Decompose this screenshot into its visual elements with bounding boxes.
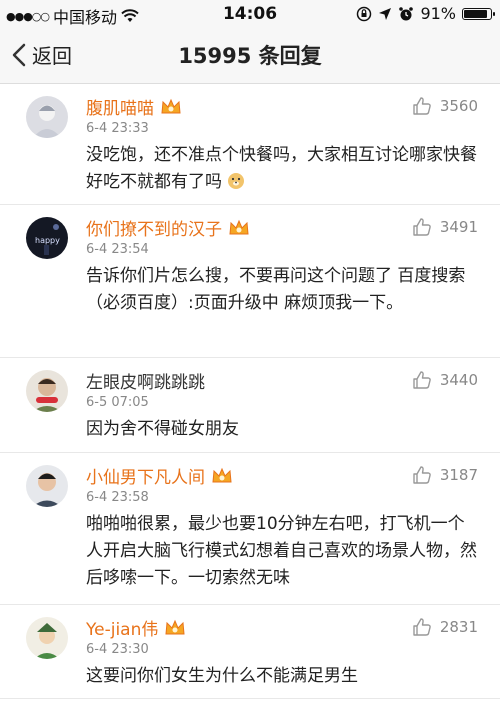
avatar[interactable] — [26, 370, 68, 412]
like-count: 3491 — [439, 218, 478, 236]
like-count: 3187 — [439, 466, 478, 484]
comment-list: 腹肌喵喵 6-4 23:33 3560 没吃饱，还不准点个快餐吗，大家相互讨论哪… — [0, 84, 500, 699]
like-button[interactable]: 2831 — [412, 617, 478, 637]
thumbs-up-icon — [413, 371, 431, 389]
rotation-lock-icon — [357, 6, 372, 21]
comment-text: 告诉你们片怎么搜，不要再问这个问题了 百度搜索（必须百度）:页面升级中 麻烦顶我… — [86, 266, 466, 313]
like-count: 3440 — [439, 371, 478, 389]
comment-date: 6-4 23:33 — [86, 121, 149, 136]
comment-text: 因为舍不得碰女朋友 — [86, 419, 239, 439]
comment-date: 6-5 07:05 — [86, 395, 149, 410]
username: 腹肌喵喵 — [86, 99, 154, 119]
thumbs-up-icon — [413, 618, 431, 636]
avatar[interactable]: happy — [26, 217, 68, 259]
comment-date: 6-4 23:58 — [86, 490, 149, 505]
comment-text: 啪啪啪很累，最少也要10分钟左右吧，打飞机一个人开启大脑飞行模式幻想着自己喜欢的… — [86, 514, 477, 588]
like-button[interactable]: 3560 — [412, 96, 478, 116]
avatar[interactable] — [26, 96, 68, 138]
vip-crown-icon — [212, 467, 232, 482]
like-button[interactable]: 3440 — [412, 370, 478, 390]
status-bar: ●●●○○ 中国移动 14:06 91% — [0, 0, 500, 28]
comment-item: 左眼皮啊跳跳跳 6-5 07:05 3440 因为舍不得碰女朋友 — [0, 358, 500, 453]
like-count: 2831 — [439, 618, 478, 636]
username-link[interactable]: 腹肌喵喵 — [86, 94, 182, 119]
thumbs-up-icon — [413, 218, 431, 236]
avatar[interactable] — [26, 465, 68, 507]
location-icon — [379, 7, 392, 20]
vip-crown-icon — [161, 98, 181, 113]
thumbs-up-icon — [413, 466, 431, 484]
username-link[interactable]: 小仙男下凡人间 — [86, 463, 233, 488]
username: Ye-jian伟 — [86, 620, 159, 640]
username-link[interactable]: Ye-jian伟 — [86, 615, 186, 640]
nav-bar: 返回 15995 条回复 — [0, 28, 500, 84]
svg-text:happy: happy — [35, 236, 60, 245]
username: 你们撩不到的汉子 — [86, 220, 222, 240]
avatar[interactable] — [26, 617, 68, 659]
comment-item: happy 你们撩不到的汉子 6-4 23:54 3491 告诉你们片怎么搜，不… — [0, 205, 500, 358]
thumbs-up-icon — [413, 97, 431, 115]
username: 左眼皮啊跳跳跳 — [86, 373, 205, 393]
like-button[interactable]: 3491 — [412, 217, 478, 237]
comment-text: 这要问你们女生为什么不能满足男生 — [86, 666, 358, 686]
comment-text: 没吃饱，还不准点个快餐吗，大家相互讨论哪家快餐好吃不就都有了吗 — [86, 145, 477, 192]
username-link[interactable]: 你们撩不到的汉子 — [86, 215, 250, 240]
vip-crown-icon — [229, 219, 249, 234]
comment-date: 6-4 23:54 — [86, 242, 149, 257]
page-title: 15995 条回复 — [178, 44, 322, 68]
alarm-icon — [399, 6, 414, 20]
comment-item: 小仙男下凡人间 6-4 23:58 3187 啪啪啪很累，最少也要10分钟左右吧… — [0, 453, 500, 605]
username: 小仙男下凡人间 — [86, 468, 205, 488]
comment-item: 腹肌喵喵 6-4 23:33 3560 没吃饱，还不准点个快餐吗，大家相互讨论哪… — [0, 84, 500, 205]
doge-emoji-icon — [228, 173, 245, 189]
like-button[interactable]: 3187 — [412, 465, 478, 485]
like-count: 3560 — [439, 97, 478, 115]
username-link[interactable]: 左眼皮啊跳跳跳 — [86, 368, 205, 393]
vip-crown-icon — [165, 619, 185, 634]
status-icons: 91% — [356, 4, 495, 23]
comment-item: Ye-jian伟 6-4 23:30 2831 这要问你们女生为什么不能满足男生 — [0, 605, 500, 699]
battery-percent: 91% — [420, 4, 456, 23]
comment-date: 6-4 23:30 — [86, 642, 149, 657]
battery-icon — [462, 7, 495, 20]
